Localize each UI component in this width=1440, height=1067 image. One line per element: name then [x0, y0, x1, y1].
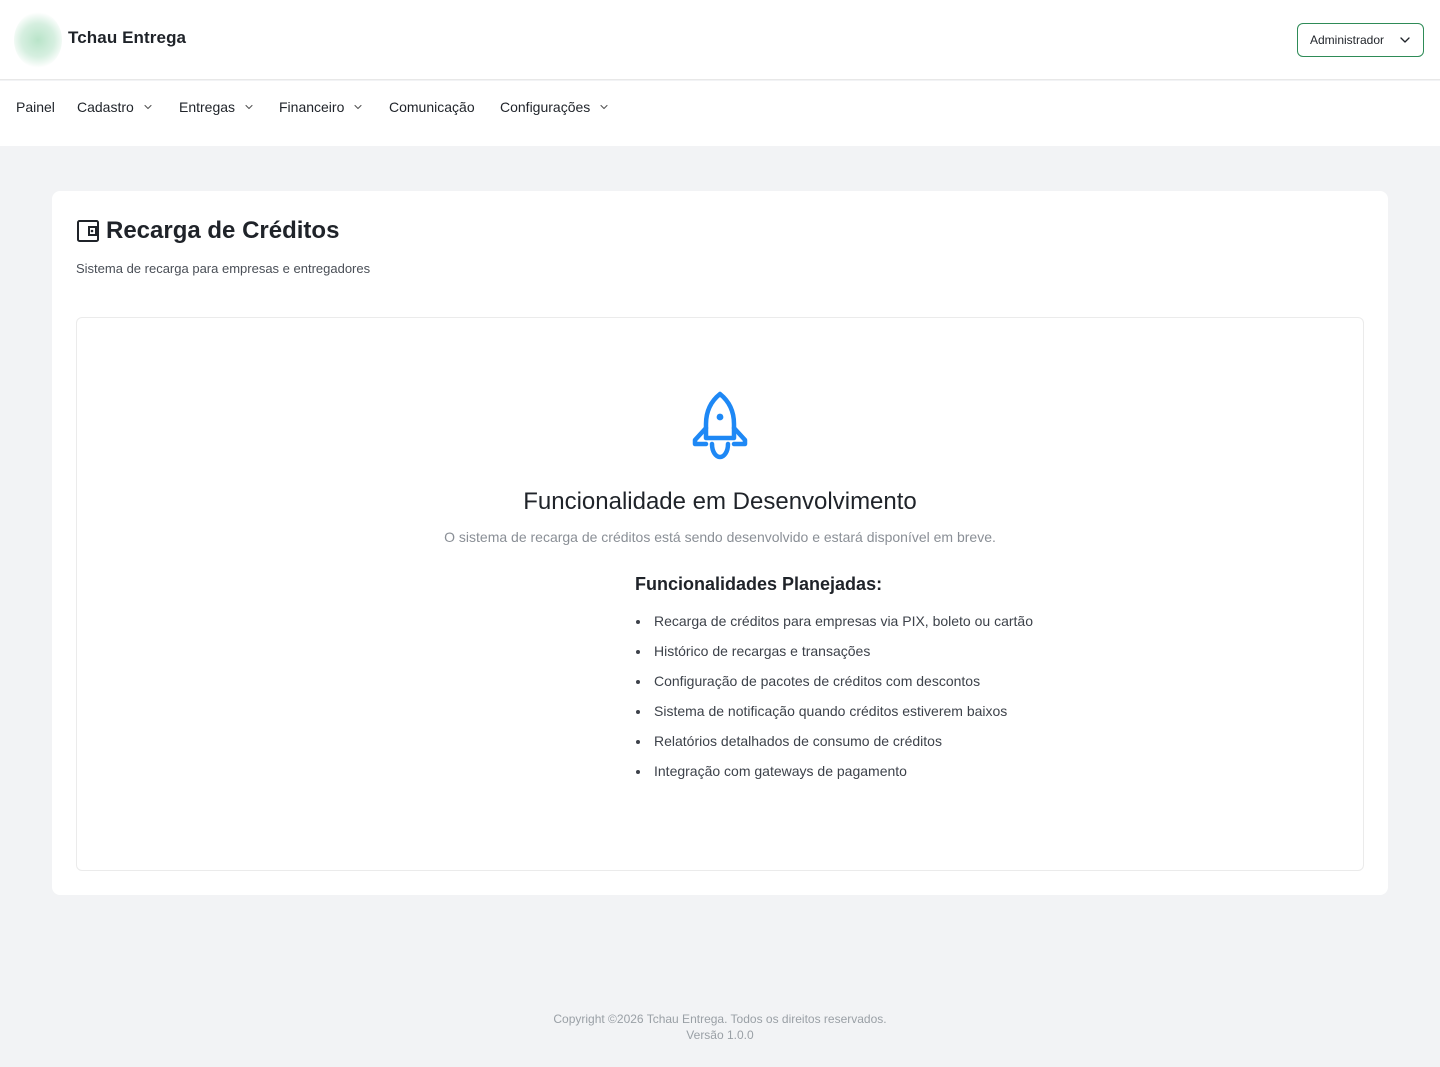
list-item: Integração com gateways de pagamento	[635, 761, 1115, 791]
nav-item-label: Cadastro	[77, 99, 134, 115]
nav-item-entregas[interactable]: Entregas	[179, 97, 254, 117]
notice-description: O sistema de recarga de créditos está se…	[444, 529, 996, 545]
app-logo[interactable]	[14, 12, 62, 68]
nav-item-label: Financeiro	[279, 99, 345, 115]
list-item: Sistema de notificação quando créditos e…	[635, 701, 1115, 731]
page-subtitle: Sistema de recarga para empresas e entre…	[76, 261, 371, 276]
nav-item-cadastro[interactable]: Cadastro	[77, 97, 153, 117]
rocket-icon	[692, 391, 748, 460]
footer: Copyright ©2026 Tchau Entrega. Todos os …	[0, 1011, 1440, 1043]
page-title: Recarga de Créditos	[106, 217, 340, 244]
development-notice: Funcionalidade em Desenvolvimento O sist…	[76, 317, 1364, 871]
planned-heading: Funcionalidades Planejadas:	[635, 574, 883, 594]
copyright-text: Copyright ©2026 Tchau Entrega. Todos os …	[553, 1012, 887, 1026]
planned-list: Recarga de créditos para empresas via PI…	[635, 611, 1115, 791]
nav-item-label: Painel	[16, 99, 55, 115]
list-item: Configuração de pacotes de créditos com …	[635, 671, 1115, 701]
chevron-down-icon	[245, 104, 253, 110]
planned-features: Funcionalidades Planejadas: Recarga de c…	[635, 574, 1115, 791]
nav-item-painel[interactable]: Painel	[16, 97, 55, 117]
top-header: Tchau Entrega Administrador	[0, 0, 1440, 80]
chevron-down-icon	[600, 104, 608, 110]
user-menu-label: Administrador	[1310, 33, 1385, 47]
nav-item-label: Comunicação	[389, 99, 475, 115]
list-item: Relatórios detalhados de consumo de créd…	[635, 731, 1115, 761]
list-item: Histórico de recargas e transações	[635, 641, 1115, 671]
wallet-icon	[77, 220, 99, 242]
page-header: Recarga de Créditos	[76, 217, 339, 245]
chevron-down-icon	[144, 104, 152, 110]
app-title[interactable]: Tchau Entrega	[68, 28, 186, 48]
main-nav: Painel Cadastro Entregas Financeiro Comu…	[0, 81, 1440, 146]
nav-item-label: Configurações	[500, 99, 591, 115]
user-menu-button[interactable]: Administrador	[1297, 23, 1424, 57]
nav-item-label: Entregas	[179, 99, 236, 115]
chevron-down-icon	[1400, 37, 1410, 43]
nav-item-financeiro[interactable]: Financeiro	[279, 97, 363, 117]
nav-item-comunicacao[interactable]: Comunicação	[389, 97, 475, 117]
version-text: Versão 1.0.0	[686, 1028, 754, 1042]
chevron-down-icon	[354, 104, 362, 110]
nav-item-configuracoes[interactable]: Configurações	[500, 97, 609, 117]
main-card: Recarga de Créditos Sistema de recarga p…	[52, 191, 1388, 895]
notice-title: Funcionalidade em Desenvolvimento	[523, 488, 917, 515]
list-item: Recarga de créditos para empresas via PI…	[635, 611, 1115, 641]
